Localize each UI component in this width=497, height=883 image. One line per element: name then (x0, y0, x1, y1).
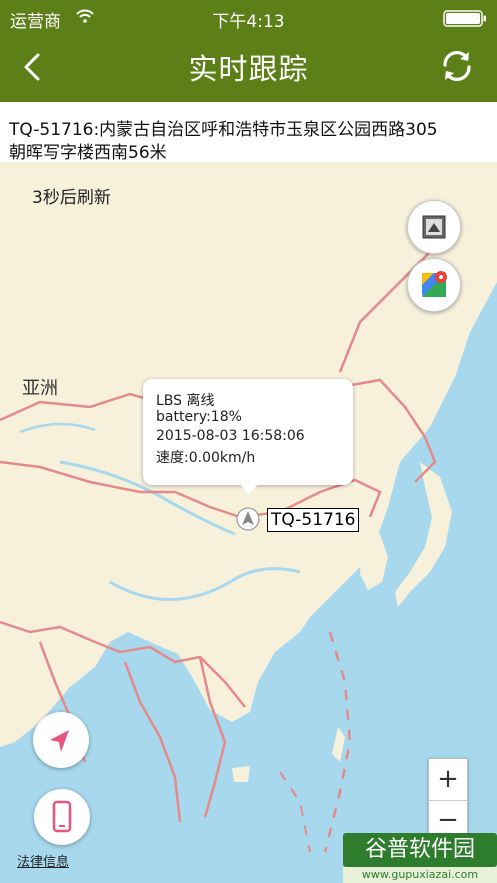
battery-icon (443, 10, 486, 27)
watermark-brand: 谷普软件园 (343, 833, 497, 867)
zoom-control: + − (428, 758, 468, 842)
border-indochina (123, 661, 182, 823)
hainan-island (232, 766, 250, 782)
device-info-popup: LBS 离线 battery:18% 2015-08-03 16:58:06 速… (143, 379, 353, 485)
japan-islands (395, 462, 452, 607)
status-bar: 运营商 下午4:13 (0, 0, 497, 34)
map-type-button[interactable] (407, 200, 461, 254)
popup-datetime: 2015-08-03 16:58:06 (156, 428, 305, 444)
address-line-1: TQ-51716:内蒙古自治区呼和浩特市玉泉区公园西路305 (9, 120, 438, 140)
site-watermark: 谷普软件园 www.gupuxiazai.com (343, 833, 497, 883)
popup-tail (240, 484, 258, 495)
refresh-icon[interactable] (439, 48, 475, 84)
korea-peninsula (360, 524, 388, 590)
continent-label: 亚洲 (22, 378, 58, 399)
map-view[interactable]: 3秒后刷新 亚洲 LBS 离线 battery:18% 2015-08-03 1… (0, 162, 497, 883)
google-maps-icon (422, 271, 447, 297)
device-marker-label[interactable]: TQ-51716 (267, 508, 360, 532)
phone-icon (52, 800, 72, 833)
address-line-2: 朝晖写字楼西南56米 (9, 143, 167, 163)
popup-status: LBS 离线 (156, 393, 215, 409)
legal-info-link[interactable]: 法律信息 (17, 851, 69, 870)
watermark-url: www.gupuxiazai.com (343, 867, 497, 883)
popup-battery: battery:18% (156, 409, 242, 425)
popup-speed: 速度:0.00km/h (156, 450, 256, 466)
taiwan-island (332, 727, 345, 762)
zoom-in-button[interactable]: + (429, 759, 467, 801)
locate-me-button[interactable] (33, 712, 89, 768)
refresh-countdown: 3秒后刷新 (32, 188, 111, 208)
google-maps-button[interactable] (407, 258, 461, 312)
map-type-icon (422, 215, 446, 239)
locate-arrow-icon (50, 730, 69, 752)
device-address: TQ-51716:内蒙古自治区呼和浩特市玉泉区公园西路305 朝晖写字楼西南56… (0, 102, 497, 163)
page-title: 实时跟踪 (188, 52, 309, 86)
app-header: 运营商 下午4:13 实时跟踪 (0, 0, 497, 102)
call-device-button[interactable] (34, 789, 90, 845)
navigation-arrow-icon[interactable] (236, 507, 260, 531)
status-time: 下午4:13 (212, 12, 285, 32)
maritime-boundary-2 (279, 771, 311, 853)
